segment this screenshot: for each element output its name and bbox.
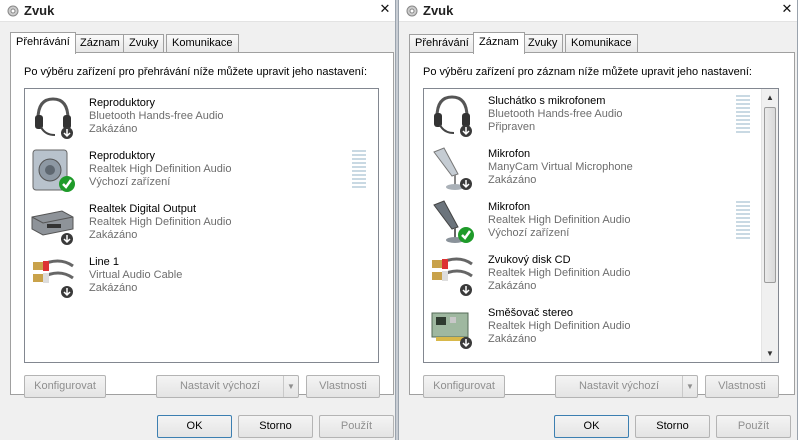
device-name: Reproduktory xyxy=(89,97,156,109)
level-meter xyxy=(352,150,366,190)
device-description: Bluetooth Hands-free Audio xyxy=(488,108,623,120)
device-item[interactable]: Reproduktory Realtek High Definition Aud… xyxy=(25,144,378,197)
configure-button[interactable]: Konfigurovat xyxy=(423,375,505,398)
tab-panel: Po výběru zařízení pro přehrávání níže m… xyxy=(10,52,394,398)
set-default-button[interactable]: Nastavit výchozí ▼ xyxy=(555,375,698,398)
tab-recording[interactable]: Záznam xyxy=(473,32,525,54)
device-name: Reproduktory xyxy=(89,150,156,162)
device-item[interactable]: Sluchátko s mikrofonem Bluetooth Hands-f… xyxy=(424,89,778,142)
chevron-down-icon[interactable]: ▼ xyxy=(682,376,697,397)
tab-playback[interactable]: Přehrávání xyxy=(409,34,475,53)
speaker-gear-icon xyxy=(7,5,19,17)
device-name: Mikrofon xyxy=(488,148,531,160)
properties-button[interactable]: Vlastnosti xyxy=(306,375,380,398)
device-status: Zakázáno xyxy=(488,280,537,292)
device-description: Bluetooth Hands-free Audio xyxy=(89,110,224,122)
device-status: Výchozí zařízení xyxy=(89,176,171,188)
close-button[interactable]: ✕ xyxy=(779,2,795,18)
device-status: Zakázáno xyxy=(488,174,537,186)
tab-playback[interactable]: Přehrávání xyxy=(10,32,76,54)
device-description: Realtek High Definition Audio xyxy=(488,267,631,279)
digital-output-icon xyxy=(29,199,77,247)
tab-panel: Po výběru zařízení pro záznam níže můžet… xyxy=(409,52,795,398)
tab-sounds[interactable]: Zvuky xyxy=(123,34,165,53)
device-name: Zvukový disk CD xyxy=(488,254,571,266)
sound-dialog-playback: Zvuk ✕ Přehrávání Záznam Zvuky Komunikac… xyxy=(0,0,396,440)
headset-icon xyxy=(29,93,77,141)
device-status: Zakázáno xyxy=(89,123,138,135)
tab-recording[interactable]: Záznam xyxy=(74,34,126,53)
device-description: Realtek High Definition Audio xyxy=(89,163,232,175)
device-status: Připraven xyxy=(488,121,536,133)
device-item[interactable]: Mikrofon ManyCam Virtual Microphone Zaká… xyxy=(424,142,778,195)
close-button[interactable]: ✕ xyxy=(377,2,393,18)
tab-communications[interactable]: Komunikace xyxy=(166,34,239,53)
window-title: Zvuk xyxy=(24,3,55,18)
apply-button[interactable]: Použít xyxy=(319,415,394,438)
chevron-down-icon[interactable]: ▼ xyxy=(283,376,298,397)
device-description: Realtek High Definition Audio xyxy=(89,216,232,228)
microphone-icon xyxy=(428,197,476,245)
device-name: Realtek Digital Output xyxy=(89,203,196,215)
level-meter xyxy=(736,201,750,241)
device-status: Zakázáno xyxy=(89,229,138,241)
set-default-label: Nastavit výchozí xyxy=(179,380,261,392)
rca-cable-icon xyxy=(29,252,77,300)
device-item[interactable]: Realtek Digital Output Realtek High Defi… xyxy=(25,197,378,250)
level-meter xyxy=(736,95,750,135)
speaker-gear-icon xyxy=(406,5,418,17)
device-item[interactable]: Směšovač stereo Realtek High Definition … xyxy=(424,301,778,354)
scroll-down-icon[interactable]: ▼ xyxy=(762,345,778,362)
ok-button[interactable]: OK xyxy=(157,415,232,438)
scroll-up-icon[interactable]: ▲ xyxy=(762,89,778,106)
properties-button[interactable]: Vlastnosti xyxy=(705,375,779,398)
apply-button[interactable]: Použít xyxy=(716,415,791,438)
vertical-scrollbar[interactable]: ▲ ▼ xyxy=(761,89,778,362)
set-default-label: Nastavit výchozí xyxy=(578,380,660,392)
set-default-button[interactable]: Nastavit výchozí ▼ xyxy=(156,375,299,398)
title-bar[interactable]: Zvuk ✕ xyxy=(399,0,797,22)
title-bar[interactable]: Zvuk ✕ xyxy=(0,0,395,22)
microphone-icon xyxy=(428,144,476,192)
window-title: Zvuk xyxy=(423,3,454,18)
device-name: Sluchátko s mikrofonem xyxy=(488,95,606,107)
device-description: Realtek High Definition Audio xyxy=(488,214,631,226)
cancel-button[interactable]: Storno xyxy=(238,415,313,438)
device-status: Zakázáno xyxy=(89,282,138,294)
instruction-text: Po výběru zařízení pro přehrávání níže m… xyxy=(24,66,368,78)
device-list[interactable]: Reproduktory Bluetooth Hands-free Audio … xyxy=(24,88,379,363)
cancel-button[interactable]: Storno xyxy=(635,415,710,438)
scroll-thumb[interactable] xyxy=(764,107,776,283)
device-description: ManyCam Virtual Microphone xyxy=(488,161,633,173)
sound-card-icon xyxy=(428,303,476,351)
ok-button[interactable]: OK xyxy=(554,415,629,438)
rca-cable-icon xyxy=(428,250,476,298)
device-name: Line 1 xyxy=(89,256,119,268)
device-item[interactable]: Reproduktory Bluetooth Hands-free Audio … xyxy=(25,91,378,144)
device-item[interactable]: Mikrofon Realtek High Definition Audio V… xyxy=(424,195,778,248)
sound-dialog-recording: Zvuk ✕ Přehrávání Záznam Zvuky Komunikac… xyxy=(398,0,798,440)
device-name: Mikrofon xyxy=(488,201,531,213)
device-list[interactable]: Sluchátko s mikrofonem Bluetooth Hands-f… xyxy=(423,88,779,363)
speaker-icon xyxy=(29,146,77,194)
device-description: Virtual Audio Cable xyxy=(89,269,183,281)
device-description: Realtek High Definition Audio xyxy=(488,320,631,332)
device-status: Výchozí zařízení xyxy=(488,227,570,239)
headset-icon xyxy=(428,91,476,139)
device-name: Směšovač stereo xyxy=(488,307,573,319)
configure-button[interactable]: Konfigurovat xyxy=(24,375,106,398)
tab-communications[interactable]: Komunikace xyxy=(565,34,638,53)
device-item[interactable]: Line 1 Virtual Audio Cable Zakázáno xyxy=(25,250,378,303)
device-item[interactable]: Zvukový disk CD Realtek High Definition … xyxy=(424,248,778,301)
device-status: Zakázáno xyxy=(488,333,537,345)
tab-sounds[interactable]: Zvuky xyxy=(522,34,564,53)
instruction-text: Po výběru zařízení pro záznam níže můžet… xyxy=(423,66,752,78)
